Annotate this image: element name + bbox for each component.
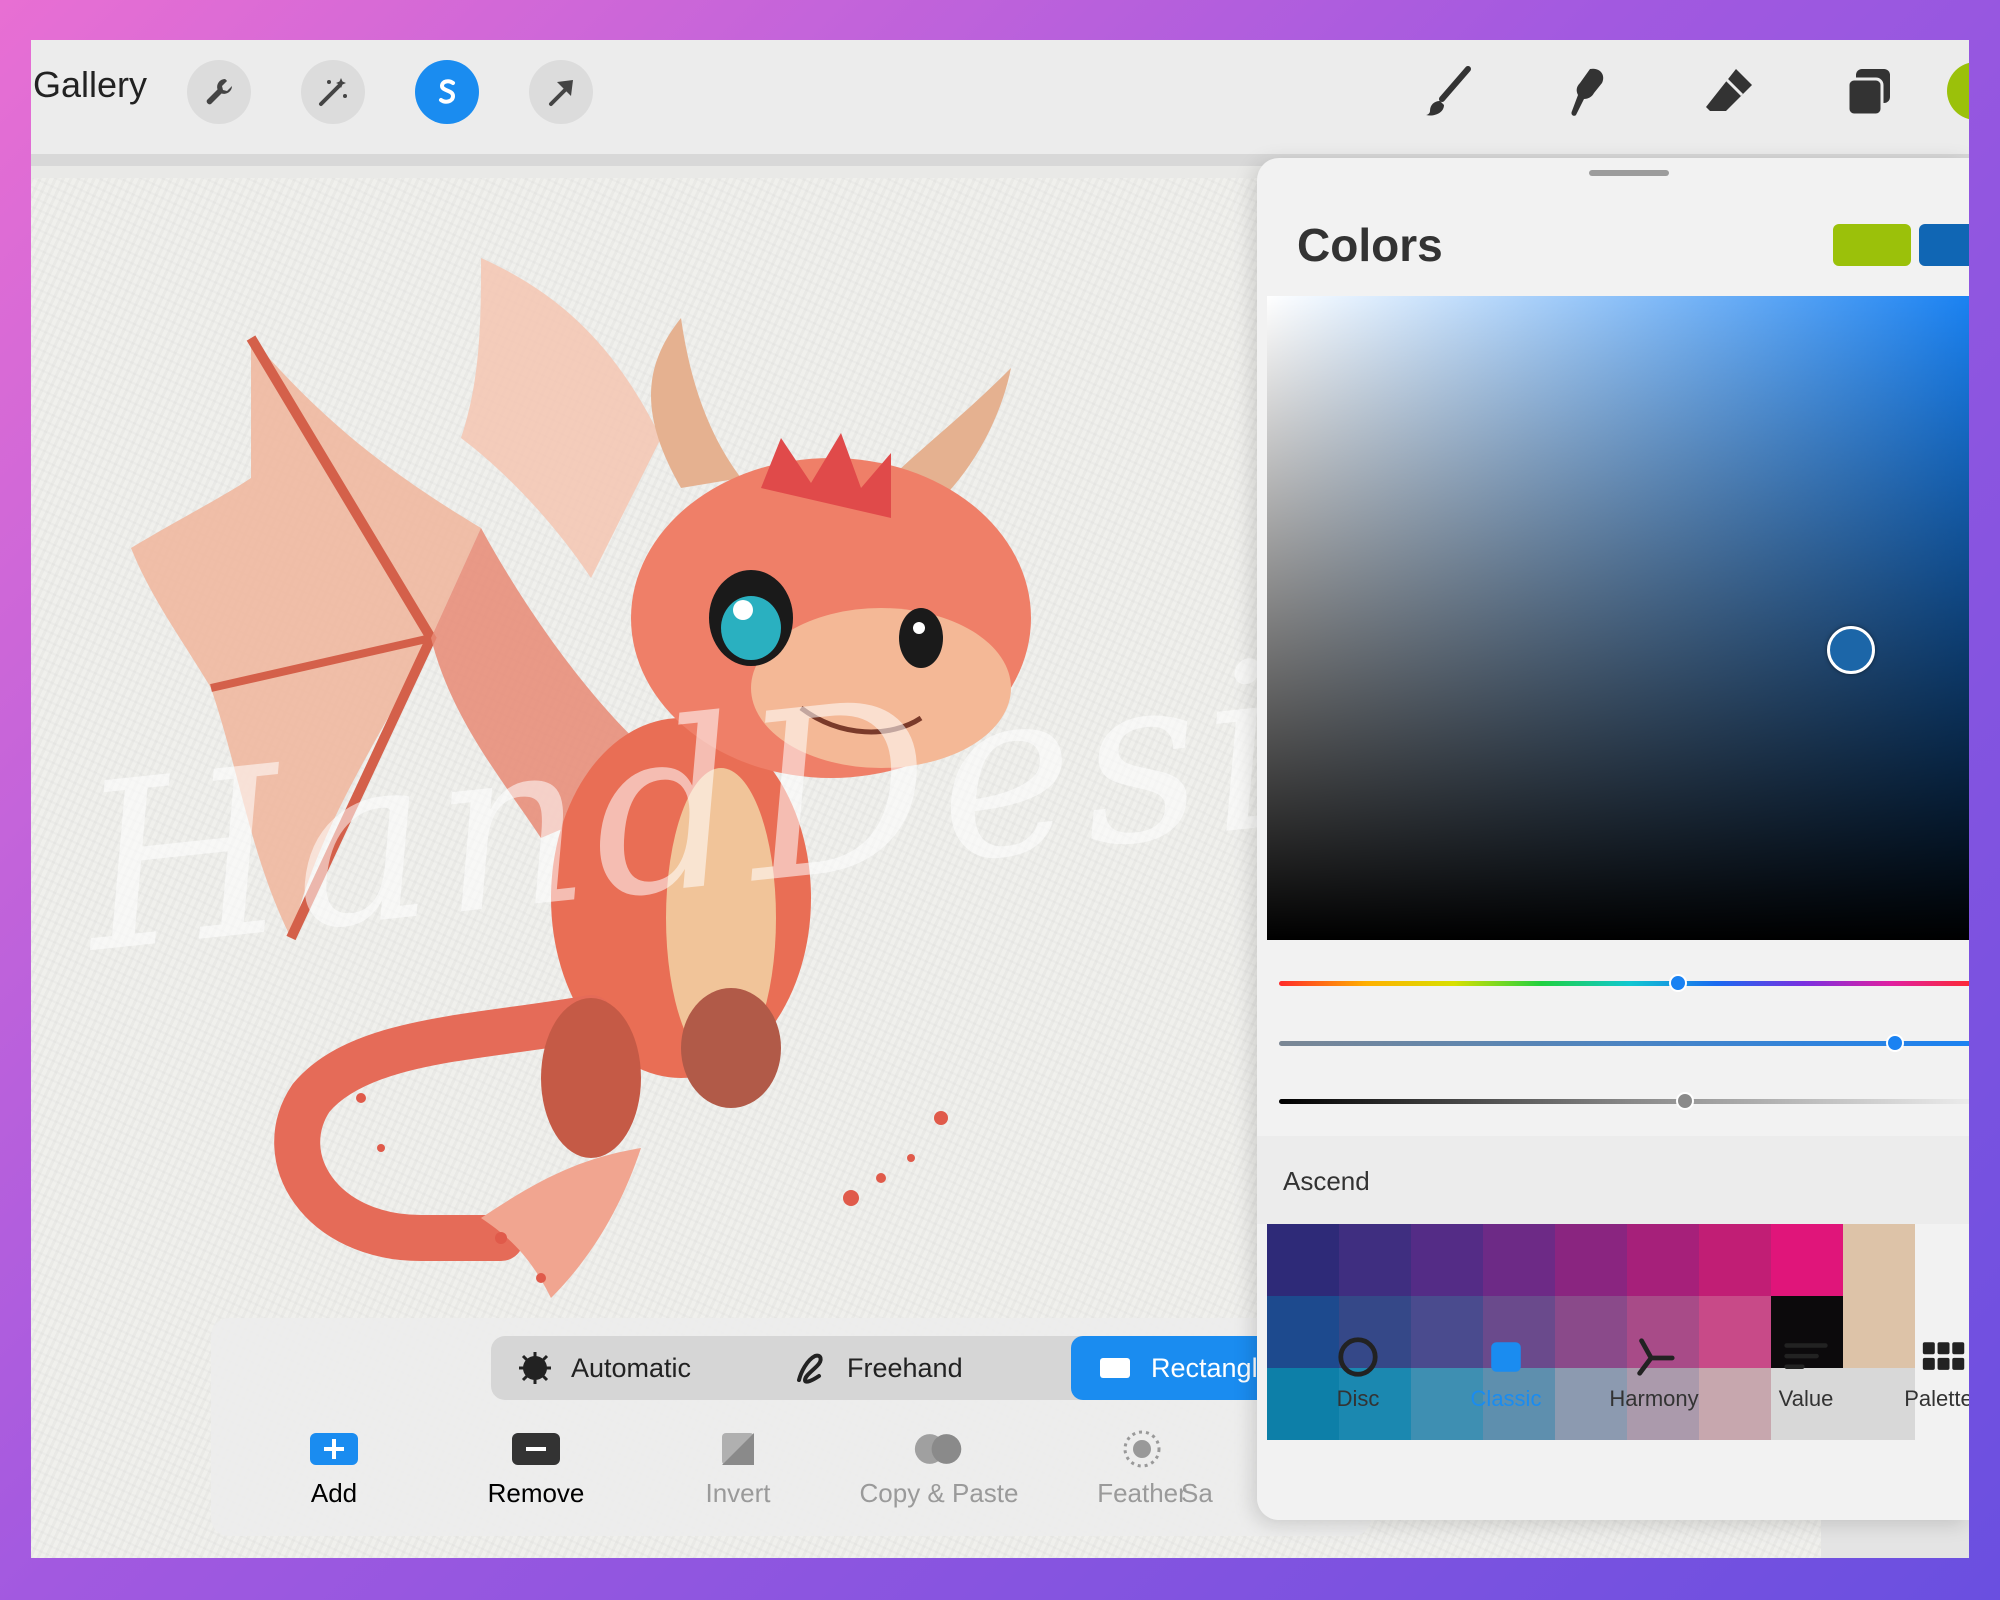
colors-panel: Colors Ascend: [1257, 158, 1969, 1520]
magic-wand-icon[interactable]: [301, 60, 365, 124]
palette-swatch[interactable]: [1843, 1224, 1915, 1296]
tab-harmony[interactable]: Harmony: [1589, 1336, 1719, 1412]
layers-icon[interactable]: [1839, 62, 1899, 122]
color-mode-tabs: [1257, 1440, 1969, 1520]
palette-swatch[interactable]: [1555, 1224, 1627, 1296]
panel-grabber[interactable]: [1589, 170, 1669, 176]
copy-paste-icon: [914, 1434, 962, 1464]
hue-slider-knob[interactable]: [1669, 974, 1687, 992]
brightness-slider[interactable]: [1279, 1099, 1969, 1104]
tab-classic[interactable]: Classic: [1441, 1336, 1571, 1412]
add-button[interactable]: Add: [249, 1430, 419, 1509]
brush-icon[interactable]: [1419, 62, 1479, 122]
secondary-color-swatch[interactable]: [1919, 224, 1969, 266]
colors-title: Colors: [1297, 219, 1443, 271]
mode-rectangle-label: Rectangle: [1151, 1352, 1273, 1383]
remove-label: Remove: [487, 1478, 585, 1508]
feather-label: Feather: [1097, 1478, 1187, 1508]
top-toolbar: Gallery: [31, 40, 1969, 166]
brightness-slider-knob[interactable]: [1676, 1092, 1694, 1110]
eraser-icon[interactable]: [1699, 62, 1759, 122]
smudge-icon[interactable]: [1559, 62, 1619, 122]
tab-value[interactable]: Value: [1741, 1336, 1871, 1412]
feather-icon: [1123, 1430, 1161, 1468]
palette-swatch[interactable]: [1699, 1224, 1771, 1296]
palette-swatch[interactable]: [1411, 1224, 1483, 1296]
mode-freehand-label: Freehand: [847, 1352, 963, 1383]
classic-square-icon: [1491, 1342, 1521, 1372]
tab-palettes-label: Palettes: [1904, 1386, 1969, 1411]
remove-button[interactable]: Remove: [451, 1430, 621, 1509]
tab-disc-label: Disc: [1336, 1386, 1380, 1411]
palettes-grid-icon: [1922, 1342, 1965, 1370]
gallery-button[interactable]: Gallery: [33, 64, 147, 106]
invert-icon: [722, 1433, 754, 1465]
minus-icon: [512, 1433, 560, 1465]
primary-color-swatch[interactable]: [1833, 224, 1911, 266]
tab-disc[interactable]: Disc: [1293, 1336, 1423, 1412]
transform-arrow-icon[interactable]: [529, 60, 593, 124]
disc-icon: [1338, 1337, 1378, 1377]
selection-s-icon[interactable]: [415, 60, 479, 124]
freehand-icon: [797, 1353, 823, 1384]
palette-swatch[interactable]: [1267, 1224, 1339, 1296]
current-color-button[interactable]: [1947, 62, 1969, 120]
invert-button[interactable]: Invert: [653, 1430, 823, 1509]
color-picker-cursor[interactable]: [1827, 626, 1875, 674]
dragon-artwork: [131, 258, 1031, 1298]
mode-automatic[interactable]: Automatic: [491, 1336, 751, 1400]
wrench-icon[interactable]: [187, 60, 251, 124]
palette-swatch[interactable]: [1627, 1224, 1699, 1296]
palette-swatch[interactable]: [1771, 1224, 1843, 1296]
saturation-brightness-picker[interactable]: [1267, 296, 1969, 940]
invert-label: Invert: [705, 1478, 771, 1508]
hue-slider[interactable]: [1279, 981, 1969, 986]
mode-automatic-label: Automatic: [571, 1352, 692, 1383]
tab-value-label: Value: [1778, 1386, 1834, 1411]
harmony-icon: [1637, 1338, 1675, 1376]
tab-palettes[interactable]: Palettes: [1889, 1336, 1969, 1412]
value-bars-icon: [1784, 1343, 1828, 1369]
rectangle-icon: [1100, 1358, 1130, 1378]
saturation-slider-knob[interactable]: [1886, 1034, 1904, 1052]
sun-burst-icon: [519, 1352, 551, 1384]
selection-mode-bar: Automatic Freehand Rectangle: [491, 1336, 1331, 1400]
plus-icon: [310, 1433, 358, 1465]
add-label: Add: [310, 1478, 358, 1508]
palette-name: Ascend: [1283, 1166, 1370, 1196]
palette-swatch[interactable]: [1483, 1224, 1555, 1296]
tab-harmony-label: Harmony: [1609, 1386, 1699, 1411]
save-load-label: Sa: [1181, 1478, 1213, 1508]
saturation-slider[interactable]: [1279, 1041, 1969, 1046]
procreate-screen: Gallery HandDesign ID Automatic Freehand…: [31, 40, 1969, 1558]
copy-paste-button[interactable]: Copy & Paste: [849, 1430, 1029, 1509]
tab-classic-label: Classic: [1470, 1386, 1542, 1411]
palette-swatch[interactable]: [1339, 1224, 1411, 1296]
copy-paste-label: Copy & Paste: [859, 1478, 1019, 1508]
mode-freehand[interactable]: Freehand: [767, 1336, 1037, 1400]
